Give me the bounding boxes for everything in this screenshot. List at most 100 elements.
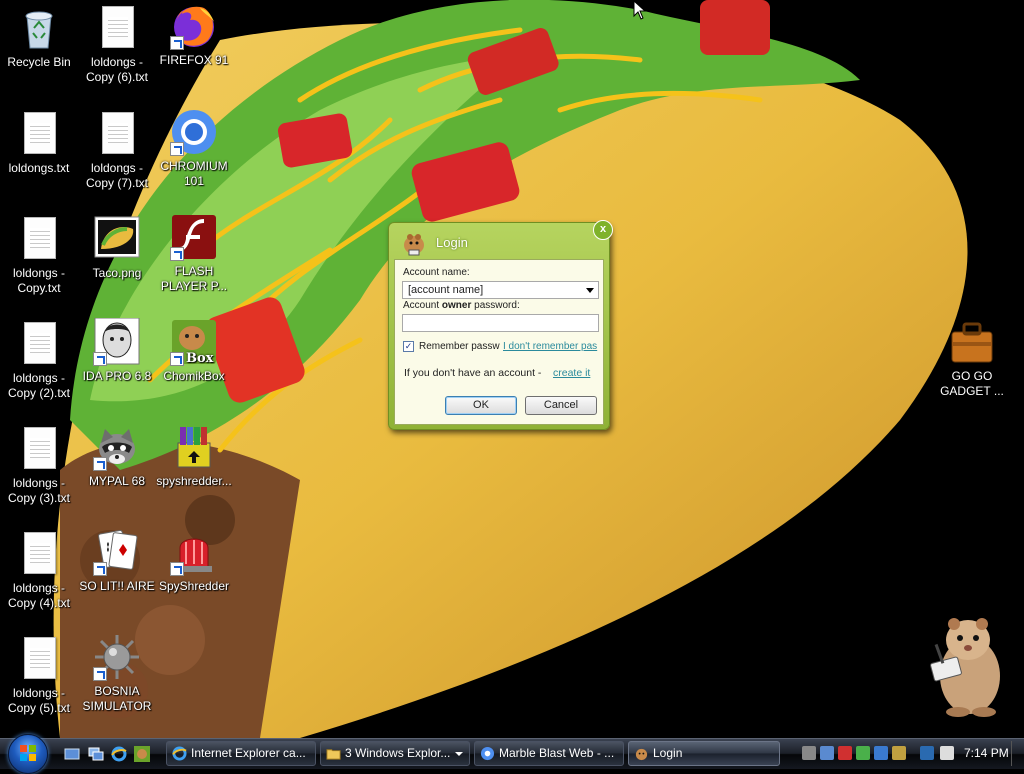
volume-muted-icon[interactable]: [940, 746, 954, 760]
close-button[interactable]: x: [593, 220, 613, 240]
desktop-icon-loldongs-copy[interactable]: loldongs - Copy.txt: [0, 215, 78, 296]
taskbar-button-label: 3 Windows Explor...: [345, 746, 451, 760]
desktop-icon-bosnia-simulator[interactable]: BOSNIA SIMULATOR: [78, 633, 156, 714]
no-account-text: If you don't have an account -: [404, 367, 542, 379]
desktop-icon-label: ChomikBox: [163, 369, 225, 383]
show-desktop-icon[interactable]: [64, 746, 80, 762]
desktop-icon-label: Taco.png: [92, 266, 142, 280]
chromium-icon: [480, 746, 495, 761]
desktop-icon-spyshredder[interactable]: SpyShredder: [155, 528, 233, 594]
desktop-icon-recycle-bin[interactable]: Recycle Bin: [0, 4, 78, 70]
firefox-icon: [170, 2, 218, 50]
password-field[interactable]: [402, 314, 599, 332]
desktop-icon-go-go-gadget[interactable]: GO GO GADGET ...: [933, 318, 1011, 399]
desktop-icon-loldongs-copy-4[interactable]: loldongs - Copy (4).txt: [0, 530, 78, 611]
desktop-icon-label: loldongs - Copy (2).txt: [7, 371, 70, 400]
tray-app-icon[interactable]: [820, 746, 834, 760]
forgot-password-link[interactable]: I don't remember pas: [503, 341, 597, 352]
desktop-icon-label: GO GO GADGET ...: [940, 369, 1004, 398]
desktop-icon-label: BOSNIA SIMULATOR: [82, 684, 152, 713]
flash-player-icon: [170, 213, 218, 261]
desktop-icon-loldongs-copy-7[interactable]: loldongs - Copy (7).txt: [78, 110, 156, 191]
account-name-label: Account name:: [403, 267, 470, 278]
desktop-icon-label: FIREFOX 91: [159, 53, 229, 67]
tray-app-icon[interactable]: [802, 746, 816, 760]
desktop-icon-loldongs[interactable]: loldongs.txt: [0, 110, 78, 176]
desktop-icon-label: loldongs - Copy.txt: [12, 266, 66, 295]
shortcut-arrow-icon: [170, 352, 184, 366]
text-file-icon: [15, 530, 63, 578]
desktop-icon-label: loldongs - Copy (3).txt: [7, 476, 70, 505]
taskbar-button-windows-explorer[interactable]: 3 Windows Explor...: [320, 741, 470, 766]
desktop-icon-label: spyshredder...: [156, 474, 232, 488]
desktop-icon-solitaire[interactable]: SO LIT!! AIRE: [78, 528, 156, 594]
desktop-icon-ida-pro[interactable]: IDA PRO 6.8: [78, 317, 156, 384]
system-tray: 7:14 PM: [798, 741, 1024, 766]
desktop-icon-loldongs-copy-3[interactable]: loldongs - Copy (3).txt: [0, 425, 78, 506]
desktop-icon-label: SO LIT!! AIRE: [79, 579, 155, 593]
shortcut-arrow-icon: [170, 142, 184, 156]
desktop-icon-label: loldongs - Copy (4).txt: [7, 581, 70, 610]
chevron-down-icon: [586, 288, 594, 293]
account-name-select[interactable]: [account name]: [402, 281, 599, 299]
password-label: Account owner password:: [403, 300, 520, 311]
tray-app-icon[interactable]: [874, 746, 888, 760]
switch-windows-icon[interactable]: [88, 746, 104, 762]
ie-icon: [172, 746, 187, 761]
ie-icon[interactable]: [111, 746, 127, 762]
network-icon[interactable]: [920, 746, 934, 760]
desktop-icon-taco-png[interactable]: Taco.png: [78, 215, 156, 281]
hamster-box-icon: Box: [170, 318, 218, 366]
raccoon-browser-icon: [93, 423, 141, 471]
remember-password-checkbox[interactable]: ✓: [403, 341, 414, 352]
hamster-icon[interactable]: [134, 746, 150, 762]
taskbar-button-internet-explorer[interactable]: Internet Explorer ca...: [166, 741, 316, 766]
tray-app-icon[interactable]: [856, 746, 870, 760]
hamster-gadget[interactable]: [918, 604, 1008, 720]
desktop-icon-chomikbox[interactable]: Box ChomikBox: [155, 318, 233, 384]
cancel-button[interactable]: Cancel: [525, 396, 597, 415]
text-file-icon: [15, 215, 63, 263]
desktop-icon-label: Recycle Bin: [7, 55, 71, 69]
desktop-icon-label: loldongs - Copy (6).txt: [85, 55, 148, 84]
shortcut-arrow-icon: [93, 457, 107, 471]
tray-app-icon[interactable]: [838, 746, 852, 760]
shortcut-arrow-icon: [170, 36, 184, 50]
hamster-icon: [930, 618, 1000, 717]
desktop-icon-loldongs-copy-6[interactable]: loldongs - Copy (6).txt: [78, 4, 156, 85]
desktop-icon-loldongs-copy-5[interactable]: loldongs - Copy (5).txt: [0, 635, 78, 716]
taskbar-button-login[interactable]: Login: [628, 741, 780, 766]
desktop-icon-chromium[interactable]: CHROMIUM 101: [155, 108, 233, 189]
text-file-icon: [15, 425, 63, 473]
tray-app-icon[interactable]: [892, 746, 906, 760]
text-file-icon: [15, 320, 63, 368]
clock[interactable]: 7:14 PM: [964, 746, 1009, 760]
desktop-icon-label: SpyShredder: [158, 579, 230, 593]
shortcut-arrow-icon: [170, 562, 184, 576]
shortcut-arrow-icon: [170, 247, 184, 261]
chevron-down-icon: [455, 752, 463, 756]
desktop-icon-flash-player[interactable]: FLASH PLAYER P...: [155, 213, 233, 294]
windows-logo-icon: [20, 745, 36, 761]
create-account-link[interactable]: create it: [553, 367, 590, 379]
installer-box-icon: [170, 423, 218, 471]
login-titlebar[interactable]: Login: [389, 223, 609, 259]
remember-password-label: Remember passw: [419, 341, 500, 352]
hamster-icon: [404, 234, 424, 256]
start-button[interactable]: [8, 734, 48, 774]
desktop-icon-spyshredder-installer[interactable]: spyshredder...: [155, 423, 233, 489]
desktop-icon-loldongs-copy-2[interactable]: loldongs - Copy (2).txt: [0, 320, 78, 401]
taskbar: Internet Explorer ca... 3 Windows Explor…: [0, 734, 1024, 774]
close-icon: x: [599, 223, 607, 235]
show-desktop-button[interactable]: [1011, 741, 1024, 766]
solitaire-cards-icon: [93, 528, 141, 576]
text-file-icon: [93, 110, 141, 158]
text-file-icon: [15, 635, 63, 683]
desktop-icon-mypal[interactable]: MYPAL 68: [78, 423, 156, 489]
desktop-icon-firefox[interactable]: FIREFOX 91: [155, 2, 233, 68]
taskbar-button-label: Internet Explorer ca...: [191, 746, 306, 760]
shortcut-arrow-icon: [93, 667, 107, 681]
login-form: Account name: [account name] Account own…: [394, 259, 604, 425]
ok-button[interactable]: OK: [445, 396, 517, 415]
taskbar-button-marble-blast[interactable]: Marble Blast Web - ...: [474, 741, 624, 766]
